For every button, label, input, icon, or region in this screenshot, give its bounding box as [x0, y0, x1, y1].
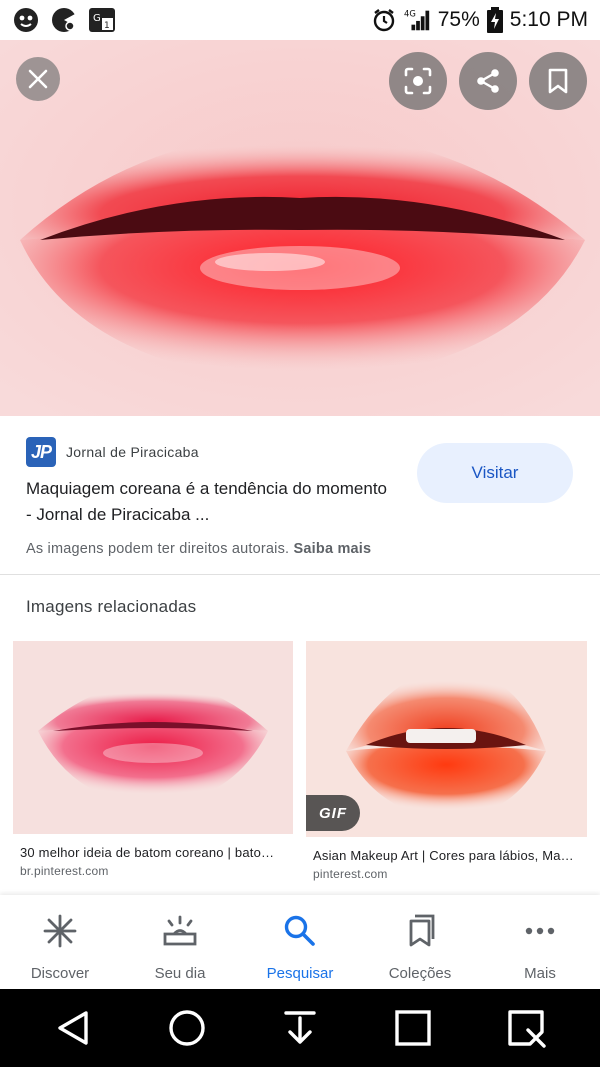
system-navigation-bar [0, 989, 600, 1067]
svg-text:1: 1 [104, 21, 110, 31]
more-icon [520, 911, 560, 951]
source-logo: JP [26, 437, 56, 467]
source-row[interactable]: JP Jornal de Piracicaba [26, 437, 199, 467]
recents-button[interactable] [383, 998, 443, 1058]
collections-icon [400, 911, 440, 951]
system-status: 4G 75% 5:10 PM [370, 7, 588, 33]
home-circle-icon [169, 1010, 205, 1046]
home-button[interactable] [157, 998, 217, 1058]
nav-item-seu-dia[interactable]: Seu dia [120, 895, 240, 989]
nav-label: Pesquisar [266, 965, 334, 982]
notification-icons: G1 [12, 7, 116, 33]
lens-button[interactable] [389, 52, 447, 110]
recents-square-icon [395, 1010, 431, 1046]
hero-image[interactable] [0, 40, 600, 416]
alarm-icon [370, 7, 398, 33]
source-name: Jornal de Piracicaba [66, 444, 199, 460]
back-triangle-icon [58, 1011, 89, 1045]
related-image-thumbnail[interactable] [13, 641, 293, 834]
quick-note-button[interactable] [496, 998, 556, 1058]
nav-label: Seu dia [154, 965, 206, 982]
related-image-title[interactable]: 30 melhor ideia de batom coreano | batom… [13, 845, 283, 860]
asterisk-icon [40, 911, 80, 951]
related-image-card[interactable]: 30 melhor ideia de batom coreano | batom… [13, 641, 293, 878]
sunrise-icon [160, 911, 200, 951]
share-button[interactable] [459, 52, 517, 110]
learn-more-link[interactable]: Saiba mais [294, 541, 372, 557]
save-button[interactable] [529, 52, 587, 110]
status-bar: G1 4G 75% 5:10 PM [0, 0, 600, 40]
clock: 5:10 PM [509, 8, 588, 31]
related-image-title[interactable]: Asian Makeup Art | Cores para lábios, Ma… [306, 848, 576, 863]
battery-charging-icon [486, 7, 504, 33]
nav-label: Mais [524, 965, 556, 982]
nav-item-discover[interactable]: Discover [0, 895, 120, 989]
battery-percentage: 75% [437, 8, 480, 31]
share-icon [477, 69, 499, 93]
related-image-thumbnail[interactable]: GIF [306, 641, 587, 837]
bookmark-icon [548, 68, 568, 94]
related-images-heading: Imagens relacionadas [26, 597, 197, 616]
face-notification-icon [12, 7, 40, 33]
close-button[interactable] [16, 57, 60, 101]
lens-icon [404, 67, 432, 95]
translate-notification-icon: G1 [88, 7, 116, 33]
quick-note-icon [507, 1010, 546, 1048]
close-icon [28, 69, 48, 89]
copyright-text: As imagens podem ter direitos autorais. [26, 541, 290, 557]
svg-text:G: G [93, 13, 101, 24]
related-image-domain: pinterest.com [313, 867, 388, 881]
image-title[interactable]: Maquiagem coreana é a tendência do momen… [26, 476, 396, 528]
copyright-notice: As imagens podem ter direitos autorais. … [26, 541, 371, 557]
pacman-notification-icon [50, 7, 78, 33]
nav-item-pesquisar[interactable]: Pesquisar [240, 895, 360, 989]
gif-badge: GIF [306, 795, 360, 831]
signal-icon: 4G [404, 7, 432, 33]
back-button[interactable] [44, 998, 104, 1058]
related-image-card[interactable]: GIF Asian Makeup Art | Cores para lábios… [306, 641, 587, 881]
bottom-navigation: Discover Seu dia Pesquisar Coleções Mais [0, 895, 600, 989]
nav-label: Coleções [388, 965, 452, 982]
arrow-down-icon [284, 1011, 316, 1044]
nav-item-colecoes[interactable]: Coleções [360, 895, 480, 989]
divider [0, 574, 600, 575]
notifications-pull-button[interactable] [270, 998, 330, 1058]
related-image-domain: br.pinterest.com [20, 864, 109, 878]
visit-button[interactable]: Visitar [417, 443, 573, 503]
search-icon [280, 911, 320, 951]
svg-text:4G: 4G [404, 8, 416, 18]
nav-label: Discover [30, 965, 90, 982]
nav-item-mais[interactable]: Mais [480, 895, 600, 989]
